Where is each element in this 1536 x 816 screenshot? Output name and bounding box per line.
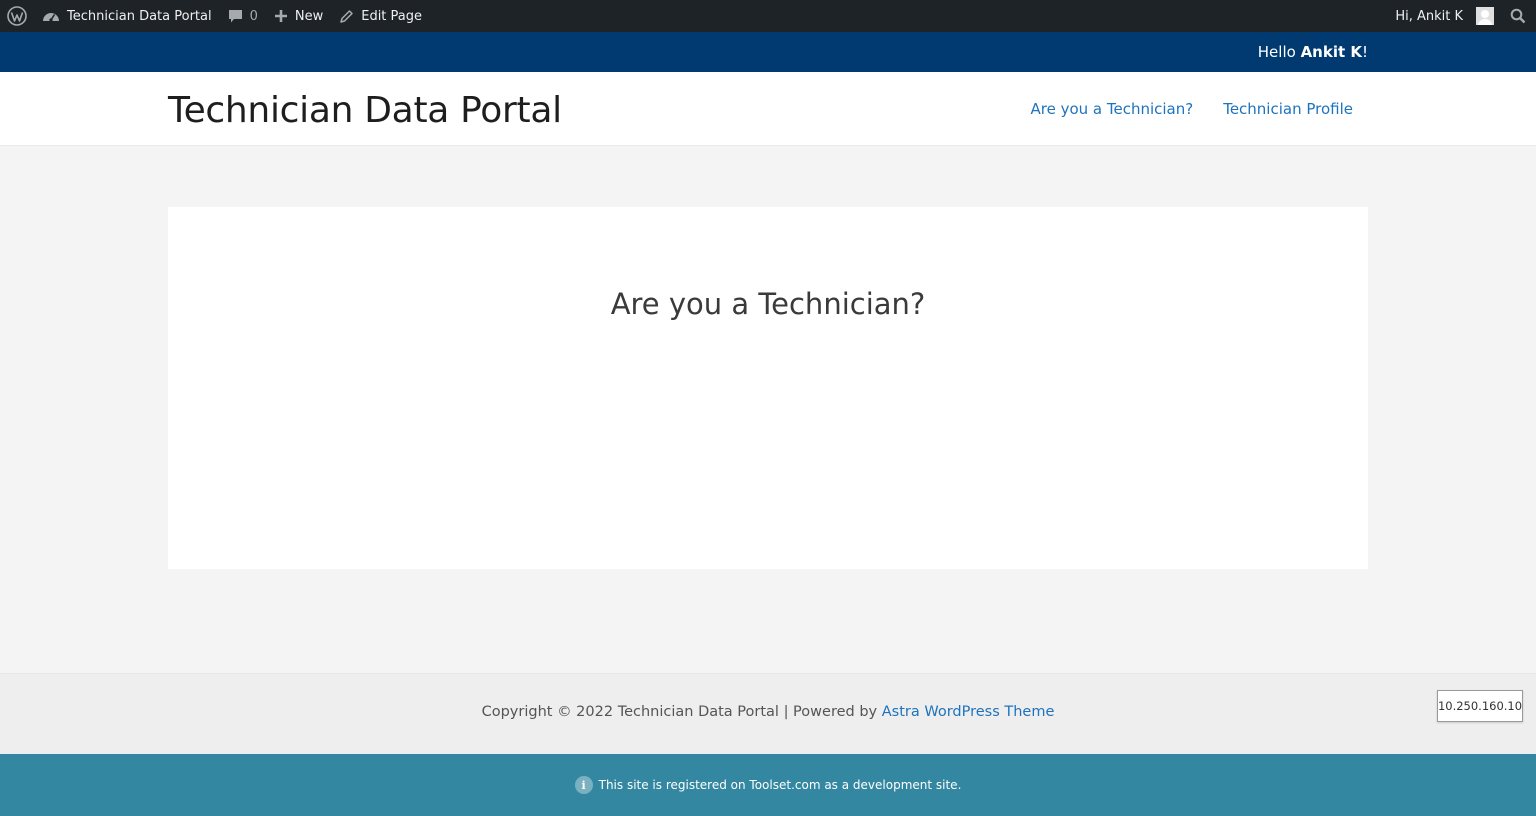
- site-title[interactable]: Technician Data Portal: [168, 90, 562, 131]
- comment-icon: [228, 9, 243, 24]
- content-card: Are you a Technician?: [168, 207, 1368, 569]
- development-message: This site is registered on Toolset.com a…: [598, 778, 962, 792]
- hello-user-name: Ankit K: [1300, 43, 1362, 61]
- theme-link[interactable]: Astra WordPress Theme: [882, 704, 1055, 720]
- dashboard-icon: [42, 8, 60, 24]
- primary-nav: Are you a Technician? Technician Profile: [1030, 72, 1353, 146]
- my-account-link[interactable]: Hi, Ankit K: [1387, 0, 1502, 32]
- hello-message: Hello Ankit K!: [1258, 32, 1368, 72]
- nav-item-are-you-a-technician[interactable]: Are you a Technician?: [1030, 100, 1193, 118]
- greeting-label: Hi, Ankit K: [1395, 8, 1463, 24]
- page-title: Are you a Technician?: [610, 287, 926, 321]
- hello-prefix: Hello: [1257, 43, 1301, 61]
- admin-bar: Technician Data Portal 0 New Edit Page H…: [0, 0, 1536, 32]
- edit-page-button[interactable]: Edit Page: [331, 0, 430, 32]
- site-footer: Copyright © 2022 Technician Data Portal …: [0, 673, 1536, 754]
- edit-page-label: Edit Page: [361, 8, 423, 24]
- info-icon: i: [574, 776, 593, 794]
- site-name-label: Technician Data Portal: [67, 8, 212, 24]
- copyright-text: Copyright © 2022 Technician Data Portal …: [481, 704, 882, 720]
- site-header: Technician Data Portal Are you a Technic…: [0, 72, 1536, 146]
- comments-link[interactable]: 0: [220, 0, 266, 32]
- nav-item-technician-profile[interactable]: Technician Profile: [1223, 100, 1353, 118]
- pencil-icon: [339, 9, 354, 24]
- top-greeting-bar: Hello Ankit K!: [0, 32, 1536, 72]
- wordpress-logo-icon: [7, 6, 27, 26]
- avatar: [1476, 7, 1494, 25]
- development-site-notice: i This site is registered on Toolset.com…: [0, 754, 1536, 816]
- wordpress-logo-button[interactable]: [0, 0, 34, 32]
- copyright: Copyright © 2022 Technician Data Portal …: [0, 704, 1536, 720]
- comments-count: 0: [249, 8, 258, 24]
- ip-address-tooltip: 10.250.160.10: [1437, 690, 1523, 722]
- hello-suffix: !: [1361, 43, 1368, 61]
- plus-icon: [274, 9, 288, 23]
- site-name-link[interactable]: Technician Data Portal: [34, 0, 220, 32]
- new-content-button[interactable]: New: [266, 0, 331, 32]
- new-label: New: [294, 8, 324, 24]
- search-button[interactable]: [1502, 0, 1536, 32]
- search-icon: [1510, 8, 1526, 24]
